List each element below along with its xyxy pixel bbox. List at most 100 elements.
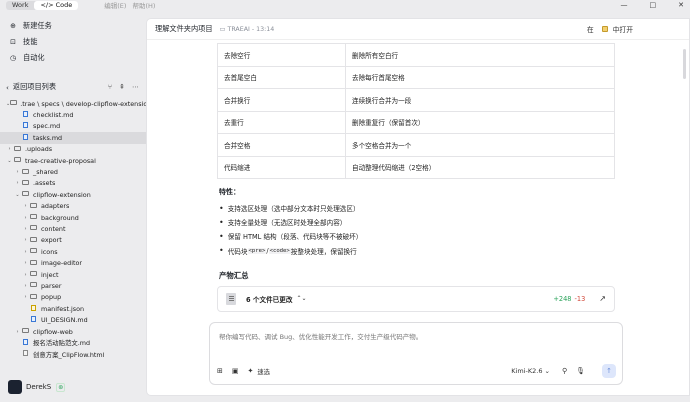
image-icon[interactable]: ▣ [232, 367, 239, 375]
folder-icon [29, 202, 38, 210]
scrollbar[interactable] [683, 49, 686, 79]
tree-folder[interactable]: › clipflow-web [0, 326, 146, 337]
tree-folder[interactable]: › inject [0, 269, 146, 280]
folder-icon [21, 168, 30, 176]
chevron-icon[interactable]: › [14, 169, 21, 175]
more-icon[interactable]: ⋯ [132, 83, 139, 91]
tree-file[interactable]: UI_DESIGN.md [0, 314, 146, 325]
rule-desc-cell: 自动整理代码缩进（2空格） [345, 155, 615, 179]
mode-work-tab[interactable]: Work [6, 1, 34, 10]
tree-item-label: background [41, 213, 79, 222]
deletions-count: -13 [574, 294, 586, 303]
tree-item-label: image-editor [41, 259, 83, 268]
features-title: 特性： [219, 188, 240, 196]
tree-folder[interactable]: › image-editor [0, 257, 146, 268]
nav-new-task[interactable]: ⊕ 新建任务 [0, 18, 146, 34]
branch-icon[interactable]: ⑂ [108, 83, 112, 91]
tree-file[interactable]: tasks.md [0, 132, 146, 144]
chevron-icon[interactable]: › [14, 329, 21, 335]
nav-automation[interactable]: ◷ 自动化 [0, 50, 146, 66]
rule-desc-cell: 删除所有空白行 [345, 43, 615, 67]
microphone-icon[interactable]: 🎙︎ [576, 367, 585, 375]
tree-file[interactable]: 创意方案_ClipFlow.html [0, 349, 146, 360]
tree-folder[interactable]: › content [0, 223, 146, 234]
rule-name-cell: 合并换行 [217, 88, 346, 112]
avatar[interactable] [8, 380, 22, 394]
send-button[interactable]: ↑ [602, 364, 616, 378]
tree-folder[interactable]: ⌄ trae-creative-proposal [0, 155, 146, 166]
task-meta: ▭ TRAEAI - 13:14 [219, 25, 275, 33]
chevron-icon[interactable]: › [22, 215, 29, 221]
rule-name-cell: 去除空行 [217, 43, 346, 67]
send-mode-icon[interactable]: ✦ [248, 367, 254, 375]
expand-chevron-icon[interactable]: ⌃⌄ [296, 295, 306, 302]
rule-desc-cell: 去除每行首尾空格 [345, 65, 615, 89]
menu-help[interactable]: 帮助(H) [132, 0, 155, 10]
back-arrow-icon[interactable]: ‹ [6, 83, 9, 92]
chevron-icon[interactable]: › [22, 294, 29, 300]
open-external-icon[interactable]: ↗ [599, 294, 606, 303]
chevron-icon[interactable]: › [22, 249, 29, 255]
tree-folder[interactable]: › background [0, 212, 146, 223]
tree-folder[interactable]: › .assets [0, 178, 146, 189]
list-item-text: 代码块 [227, 247, 248, 256]
chevron-icon[interactable]: › [22, 226, 29, 232]
rule-name-cell: 去重行 [217, 110, 346, 134]
add-attachment-icon[interactable]: ⊞ [217, 367, 223, 375]
send-mode-label[interactable]: 速选 [257, 367, 270, 376]
chevron-icon[interactable]: › [14, 180, 21, 186]
collapse-icon[interactable]: ⇞ [119, 83, 125, 91]
document-icon [226, 292, 236, 305]
chevron-icon[interactable]: › [22, 283, 29, 289]
title-bar: Work </> Code 编辑(E) 帮助(H) — □ ✕ [0, 0, 690, 10]
mode-code-tab[interactable]: </> Code [34, 0, 79, 10]
tree-item-label: popup [41, 293, 62, 302]
chevron-icon[interactable]: ⌄ [6, 158, 13, 164]
tree-folder[interactable]: › _shared [0, 166, 146, 177]
nav-skills-label: 技能 [23, 37, 38, 46]
settings-sliders-icon[interactable]: ⚲ [562, 367, 567, 375]
tree-file[interactable]: checklist.md [0, 109, 146, 120]
chevron-icon[interactable]: › [22, 272, 29, 278]
user-bar[interactable]: DerekS ⊛ [8, 380, 66, 394]
tree-item-label: tasks.md [33, 133, 63, 142]
tree-file[interactable]: spec.md [0, 121, 146, 132]
chevron-icon[interactable]: › [22, 203, 29, 209]
tree-folder[interactable]: › popup [0, 292, 146, 303]
tree-folder[interactable]: ⌄ .trae \ specs \ develop-clipflow-extens… [0, 98, 151, 109]
close-icon[interactable]: ✕ [678, 1, 684, 9]
tree-item-label: manifest.json [41, 304, 85, 313]
tree-folder[interactable]: › .uploads [0, 144, 146, 155]
list-item: 支持选区处理（选中部分文本时只处理选区） [219, 201, 617, 215]
chevron-icon[interactable]: › [22, 237, 29, 243]
tree-folder[interactable]: ⌄ clipflow-extension [0, 189, 146, 200]
maximize-icon[interactable]: □ [650, 1, 657, 9]
mode-toggle[interactable]: Work </> Code [6, 0, 79, 10]
tree-file[interactable]: 报名活动贴范文.md [0, 337, 146, 348]
menu-edit[interactable]: 编辑(E) [104, 0, 126, 10]
table-row: 去重行 删除重复行（保留首次） [217, 110, 615, 134]
tree-folder[interactable]: › adapters [0, 201, 146, 212]
chevron-icon[interactable]: ⌄ [14, 192, 21, 198]
minimize-icon[interactable]: — [621, 1, 628, 9]
back-to-projects-link[interactable]: 返回项目列表 [13, 82, 56, 92]
model-selector[interactable]: Kimi-K2.6 ⌄ [511, 367, 550, 375]
chat-input-box[interactable]: ⊞ ▣ ✦ 速选 Kimi-K2.6 ⌄ ⚲ 🎙︎ ↑ [209, 322, 623, 385]
folder-icon [13, 157, 22, 164]
tree-item-label: parser [41, 281, 62, 290]
chat-input[interactable] [219, 333, 599, 341]
chevron-icon[interactable]: › [6, 146, 13, 152]
open-in-button[interactable]: 中打开 [601, 24, 633, 34]
tree-folder[interactable]: › export [0, 235, 146, 246]
tree-file[interactable]: manifest.json [0, 303, 146, 314]
nav-skills[interactable]: ⊡ 技能 [0, 34, 146, 50]
chevron-icon[interactable]: › [22, 260, 29, 266]
changed-files-card[interactable]: 6 个文件已更改 ⌃⌄ +248 -13 ↗ [217, 285, 615, 312]
table-row: 合并空格 多个空格合并为一个 [217, 133, 615, 157]
tree-folder[interactable]: › icons [0, 246, 146, 257]
user-status-badge: ⊛ [56, 382, 66, 392]
tree-item-label: export [41, 236, 62, 245]
tree-folder[interactable]: › parser [0, 280, 146, 291]
markdown-file-icon [21, 338, 30, 347]
main-header: 理解文件夹内项目 ▭ TRAEAI - 13:14 在 中打开 [147, 19, 689, 40]
